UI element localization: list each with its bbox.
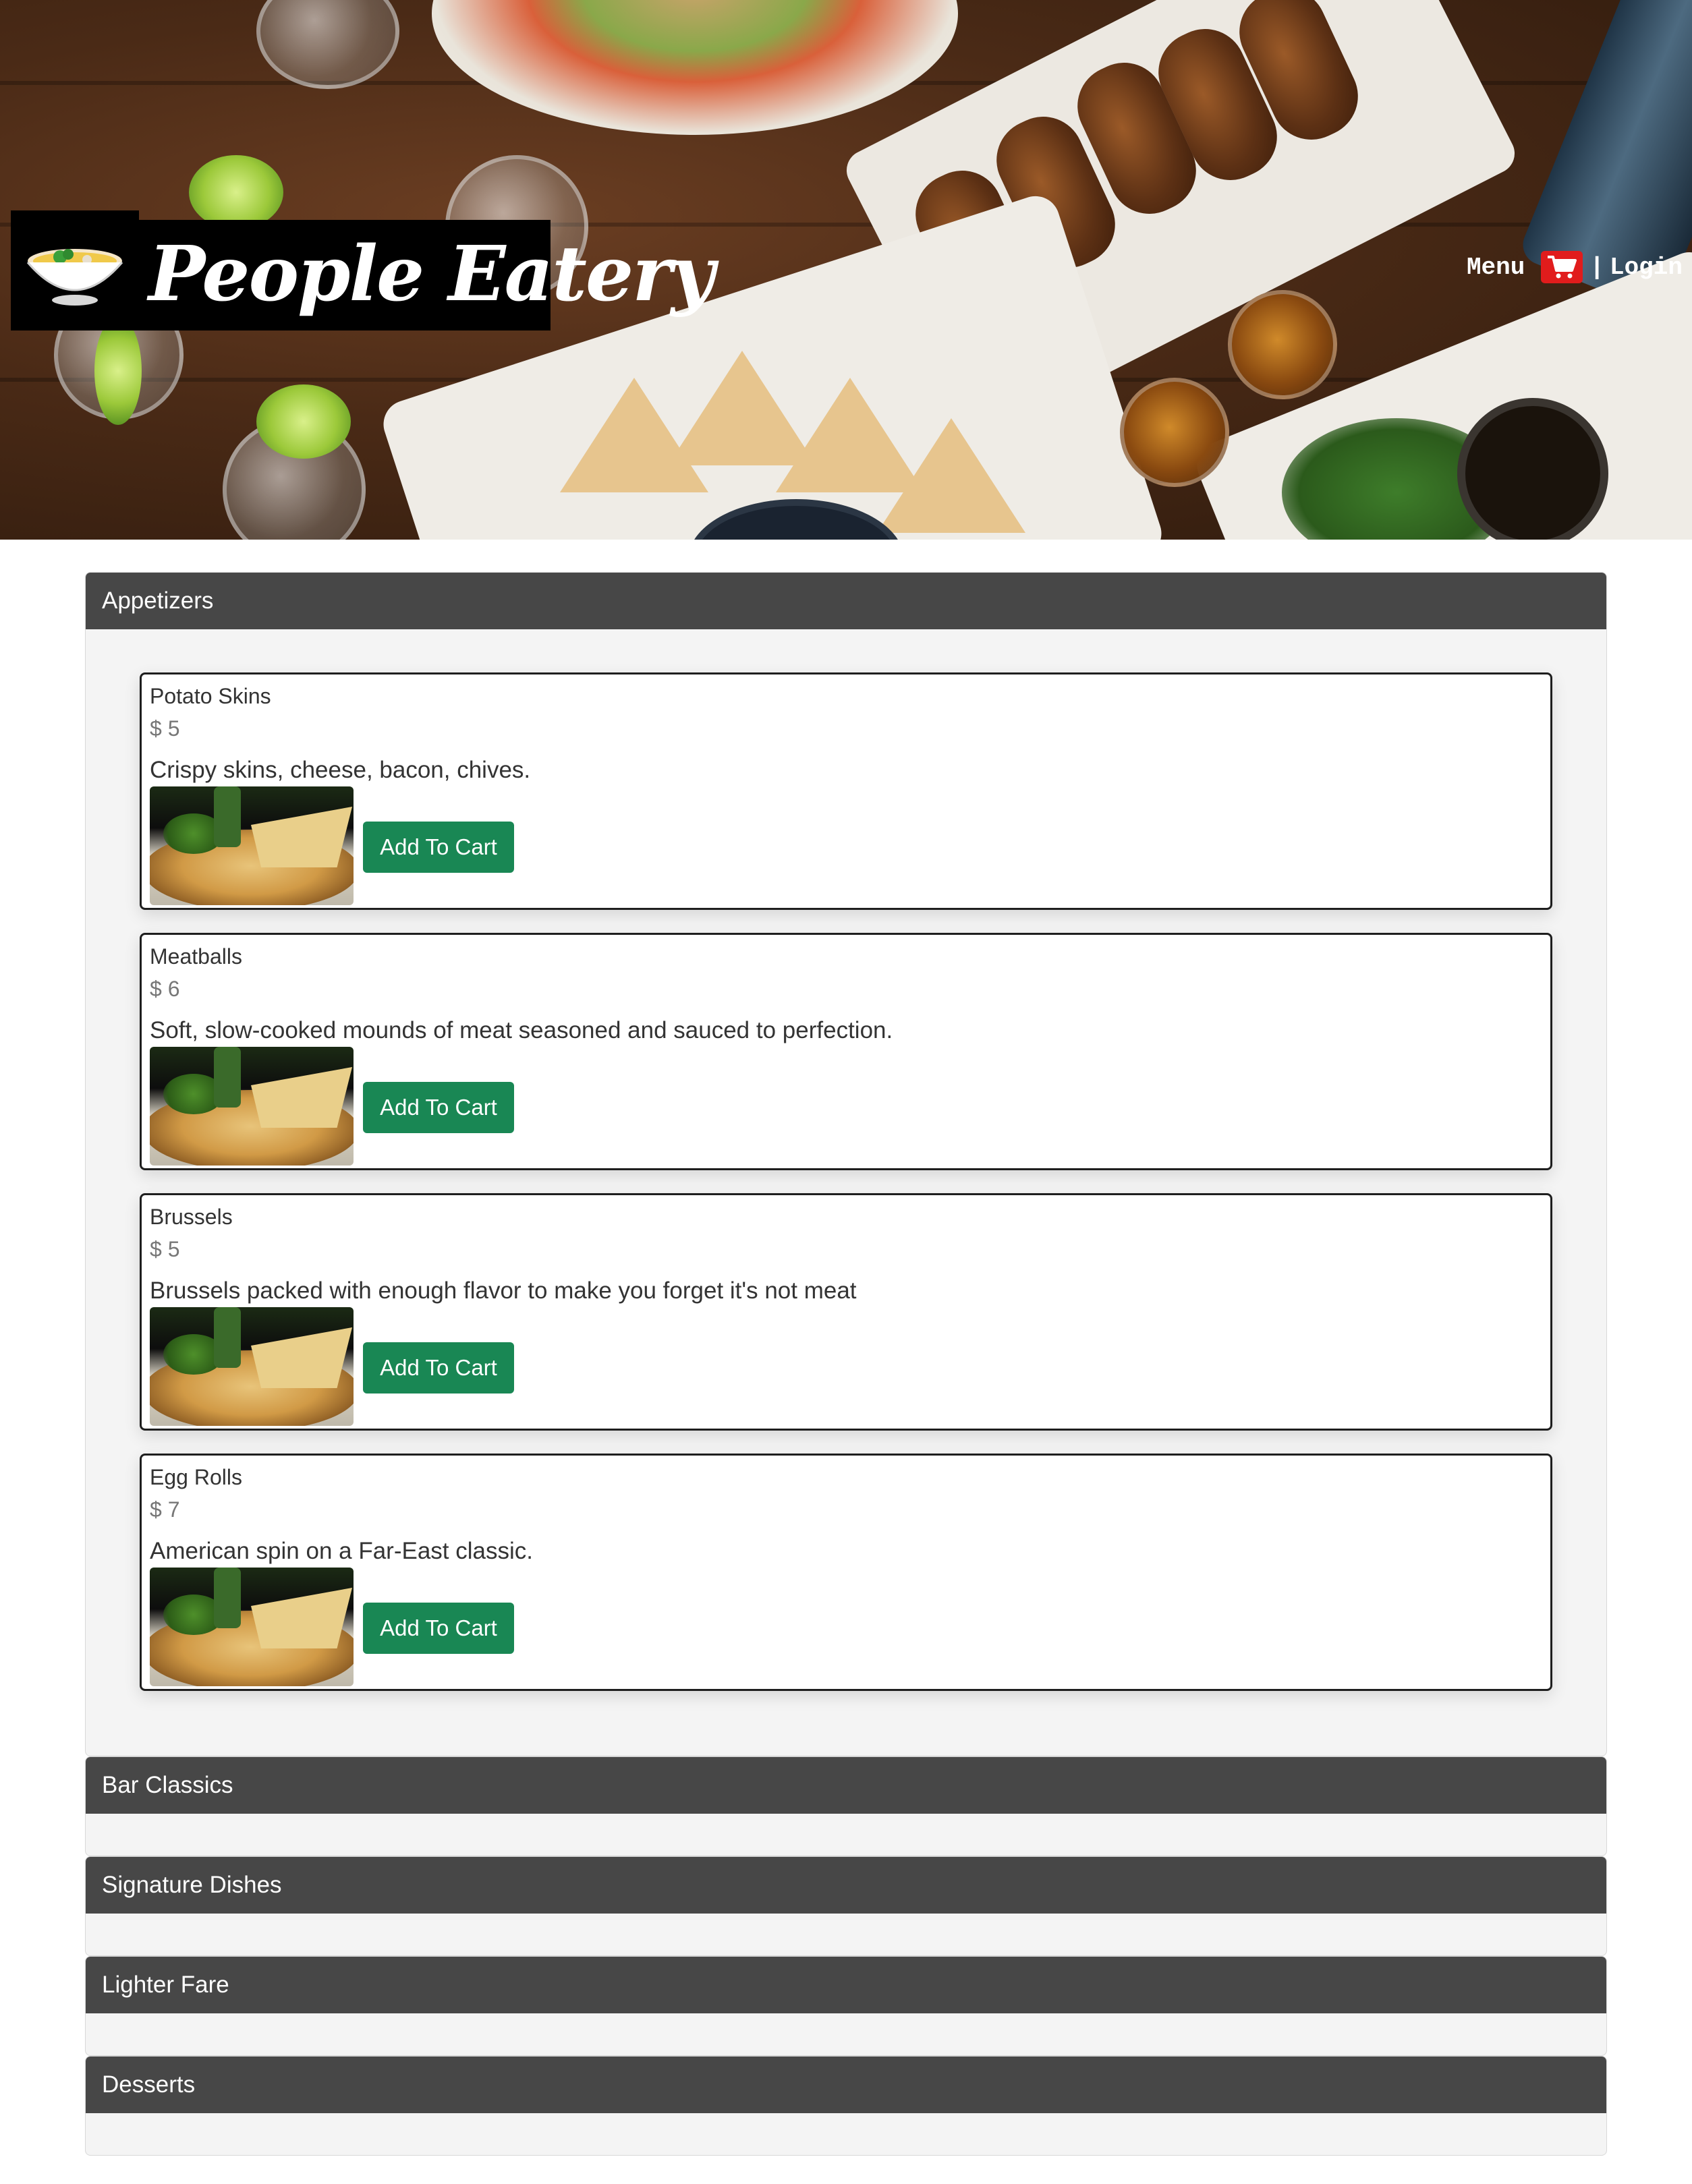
glass-image [256, 0, 399, 89]
whisky-glass-image [1120, 378, 1229, 487]
item-description: Soft, slow-cooked mounds of meat seasone… [150, 1017, 893, 1043]
item-name: Meatballs [150, 944, 242, 969]
lime-image [94, 317, 142, 425]
lime-image [256, 384, 351, 459]
item-description: Crispy skins, cheese, bacon, chives. [150, 757, 531, 783]
menu-item-card: Egg Rolls $ 7 American spin on a Far-Eas… [140, 1454, 1552, 1691]
section-desserts: Desserts [85, 2056, 1607, 2156]
item-photo [150, 786, 354, 905]
nav-separator: | [1589, 253, 1604, 281]
section-header-desserts[interactable]: Desserts [86, 2057, 1606, 2113]
item-name: Potato Skins [150, 684, 271, 708]
section-body-signature-dishes [86, 1914, 1606, 1955]
hero-banner: People Eatery Menu | Login [0, 0, 1692, 540]
nav-menu-link[interactable]: Menu [1467, 254, 1525, 281]
item-name: Brussels [150, 1205, 233, 1229]
whisky-glass-image [1228, 290, 1337, 399]
section-body-desserts [86, 2113, 1606, 2155]
nav-login-link[interactable]: Login [1610, 254, 1683, 281]
section-body-bar-classics [86, 1814, 1606, 1856]
add-to-cart-button[interactable]: Add To Cart [363, 1082, 514, 1133]
menu-accordion: Appetizers Potato Skins $ 5 Crispy skins… [85, 572, 1607, 2156]
menu-item-card: Potato Skins $ 5 Crispy skins, cheese, b… [140, 672, 1552, 910]
section-header-appetizers[interactable]: Appetizers [86, 573, 1606, 629]
section-lighter-fare: Lighter Fare [85, 1956, 1607, 2056]
item-price: $ 5 [150, 716, 180, 741]
section-header-lighter-fare[interactable]: Lighter Fare [86, 1957, 1606, 2013]
item-description: Brussels packed with enough flavor to ma… [150, 1277, 857, 1304]
section-appetizers: Appetizers Potato Skins $ 5 Crispy skins… [85, 572, 1607, 1756]
item-price: $ 5 [150, 1237, 180, 1261]
section-header-signature-dishes[interactable]: Signature Dishes [86, 1857, 1606, 1914]
item-price: $ 7 [150, 1497, 180, 1522]
brand[interactable]: People Eatery [11, 210, 714, 331]
logo [11, 210, 139, 331]
item-price: $ 6 [150, 977, 180, 1001]
section-body-lighter-fare [86, 2013, 1606, 2055]
section-bar-classics: Bar Classics [85, 1756, 1607, 1856]
item-name: Egg Rolls [150, 1465, 242, 1489]
menu-item-card: Brussels $ 5 Brussels packed with enough… [140, 1193, 1552, 1431]
item-photo [150, 1568, 354, 1686]
section-header-bar-classics[interactable]: Bar Classics [86, 1757, 1606, 1814]
add-to-cart-button[interactable]: Add To Cart [363, 822, 514, 873]
shopping-cart-icon [1548, 256, 1577, 279]
soup-bowl-icon [26, 249, 123, 306]
item-photo [150, 1307, 354, 1426]
section-signature-dishes: Signature Dishes [85, 1856, 1607, 1956]
top-nav: Menu | Login [1467, 247, 1683, 287]
menu-item-card: Meatballs $ 6 Soft, slow-cooked mounds o… [140, 933, 1552, 1170]
item-description: American spin on a Far-East classic. [150, 1538, 533, 1564]
item-photo [150, 1047, 354, 1166]
sauce-cup-image [1457, 398, 1608, 540]
section-body-appetizers: Potato Skins $ 5 Crispy skins, cheese, b… [86, 629, 1606, 1756]
salad-bowl-image [432, 0, 958, 135]
cart-button[interactable] [1541, 251, 1583, 283]
add-to-cart-button[interactable]: Add To Cart [363, 1342, 514, 1393]
add-to-cart-button[interactable]: Add To Cart [363, 1603, 514, 1654]
brand-title-box: People Eatery [139, 220, 714, 331]
brand-title: People Eatery [148, 230, 714, 318]
